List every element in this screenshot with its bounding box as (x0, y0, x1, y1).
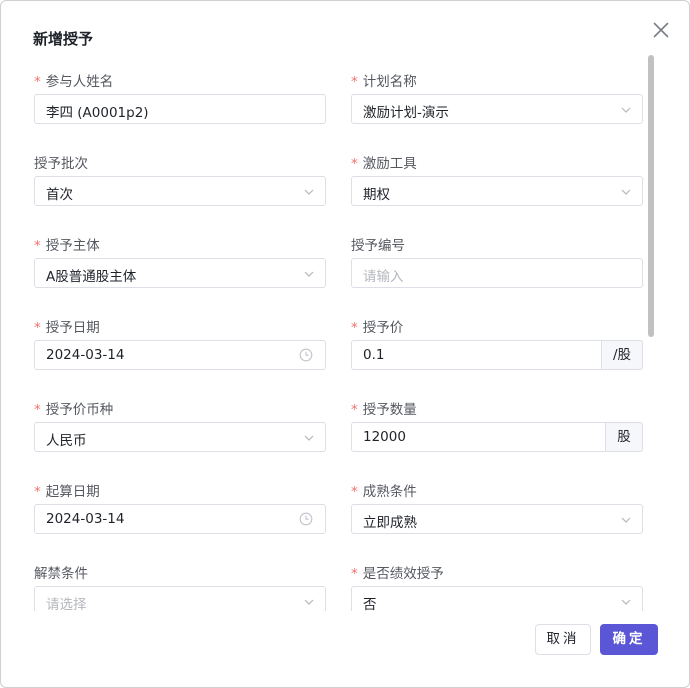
tool-value: 期权 (363, 187, 390, 203)
batch-label: 授予批次 (34, 156, 88, 172)
chevron-down-icon (304, 271, 314, 277)
scrollbar-thumb[interactable] (648, 55, 654, 337)
chevron-down-icon (304, 189, 314, 195)
quantity-label: 授予数量 (362, 402, 417, 418)
required-mark: * (351, 566, 358, 582)
grant-date-picker[interactable]: 2024-03-14 (34, 340, 326, 370)
required-mark: * (351, 320, 358, 336)
grant-dialog: 新增授予 * 参与人姓名 李四 (A0001p2) * 计划名称 激励计划-演示 授… (0, 0, 690, 688)
entity-select[interactable]: A股普通股主体 (34, 258, 326, 288)
required-mark: * (34, 320, 41, 336)
performance-value: 否 (363, 597, 377, 611)
entity-label: 授予主体 (45, 238, 100, 254)
chevron-down-icon (621, 517, 631, 523)
batch-value: 首次 (46, 187, 73, 203)
grant-no-placeholder: 请输入 (363, 269, 404, 285)
vesting-value: 立即成熟 (363, 515, 417, 531)
vesting-select[interactable]: 立即成熟 (351, 504, 643, 534)
currency-select[interactable]: 人民币 (34, 422, 326, 452)
grant-price-value: 0.1 (363, 347, 385, 363)
entity-value: A股普通股主体 (46, 269, 137, 285)
required-mark: * (34, 484, 41, 500)
participant-label: 参与人姓名 (45, 74, 114, 90)
dialog-title: 新增授予 (33, 30, 94, 48)
batch-select[interactable]: 首次 (34, 176, 326, 206)
close-icon[interactable] (651, 20, 671, 40)
clock-icon (299, 512, 313, 526)
price-unit-addon: /股 (601, 340, 643, 370)
performance-label: 是否绩效授予 (362, 566, 444, 582)
chevron-down-icon (304, 435, 314, 441)
scrollbar[interactable] (646, 51, 656, 611)
tool-select[interactable]: 期权 (351, 176, 643, 206)
plan-label: 计划名称 (362, 74, 417, 90)
required-mark: * (351, 402, 358, 418)
quantity-value: 12000 (363, 429, 406, 445)
currency-value: 人民币 (46, 433, 87, 449)
grant-date-value: 2024-03-14 (46, 347, 125, 363)
quantity-unit-addon: 股 (605, 422, 643, 452)
clock-icon (299, 348, 313, 362)
chevron-down-icon (621, 107, 631, 113)
grant-price-label: 授予价 (362, 320, 404, 336)
performance-select[interactable]: 否 (351, 586, 643, 611)
start-date-picker[interactable]: 2024-03-14 (34, 504, 326, 534)
form-scroll-area[interactable]: * 参与人姓名 李四 (A0001p2) * 计划名称 激励计划-演示 授予批次 首… (1, 57, 659, 611)
chevron-down-icon (621, 599, 631, 605)
start-date-label: 起算日期 (45, 484, 100, 500)
required-mark: * (34, 238, 41, 254)
plan-select[interactable]: 激励计划-演示 (351, 94, 643, 124)
confirm-button[interactable]: 确定 (600, 624, 658, 655)
required-mark: * (34, 74, 41, 90)
cancel-button[interactable]: 取消 (535, 624, 591, 655)
grant-no-label: 授予编号 (351, 238, 405, 254)
start-date-value: 2024-03-14 (46, 511, 125, 527)
unlock-select[interactable]: 请选择 (34, 586, 326, 611)
grant-date-label: 授予日期 (45, 320, 100, 336)
unlock-placeholder: 请选择 (46, 597, 87, 611)
unlock-label: 解禁条件 (34, 566, 88, 582)
plan-value: 激励计划-演示 (363, 105, 449, 121)
grant-no-input[interactable]: 请输入 (351, 258, 643, 288)
chevron-down-icon (621, 189, 631, 195)
participant-input[interactable]: 李四 (A0001p2) (34, 94, 326, 124)
quantity-input[interactable]: 12000 股 (351, 422, 643, 452)
required-mark: * (351, 74, 358, 90)
grant-price-input[interactable]: 0.1 /股 (351, 340, 643, 370)
required-mark: * (351, 484, 358, 500)
currency-label: 授予价币种 (45, 402, 114, 418)
required-mark: * (351, 156, 358, 172)
vesting-label: 成熟条件 (362, 484, 417, 500)
chevron-down-icon (304, 599, 314, 605)
participant-value: 李四 (A0001p2) (46, 105, 149, 121)
required-mark: * (34, 402, 41, 418)
tool-label: 激励工具 (362, 156, 417, 172)
